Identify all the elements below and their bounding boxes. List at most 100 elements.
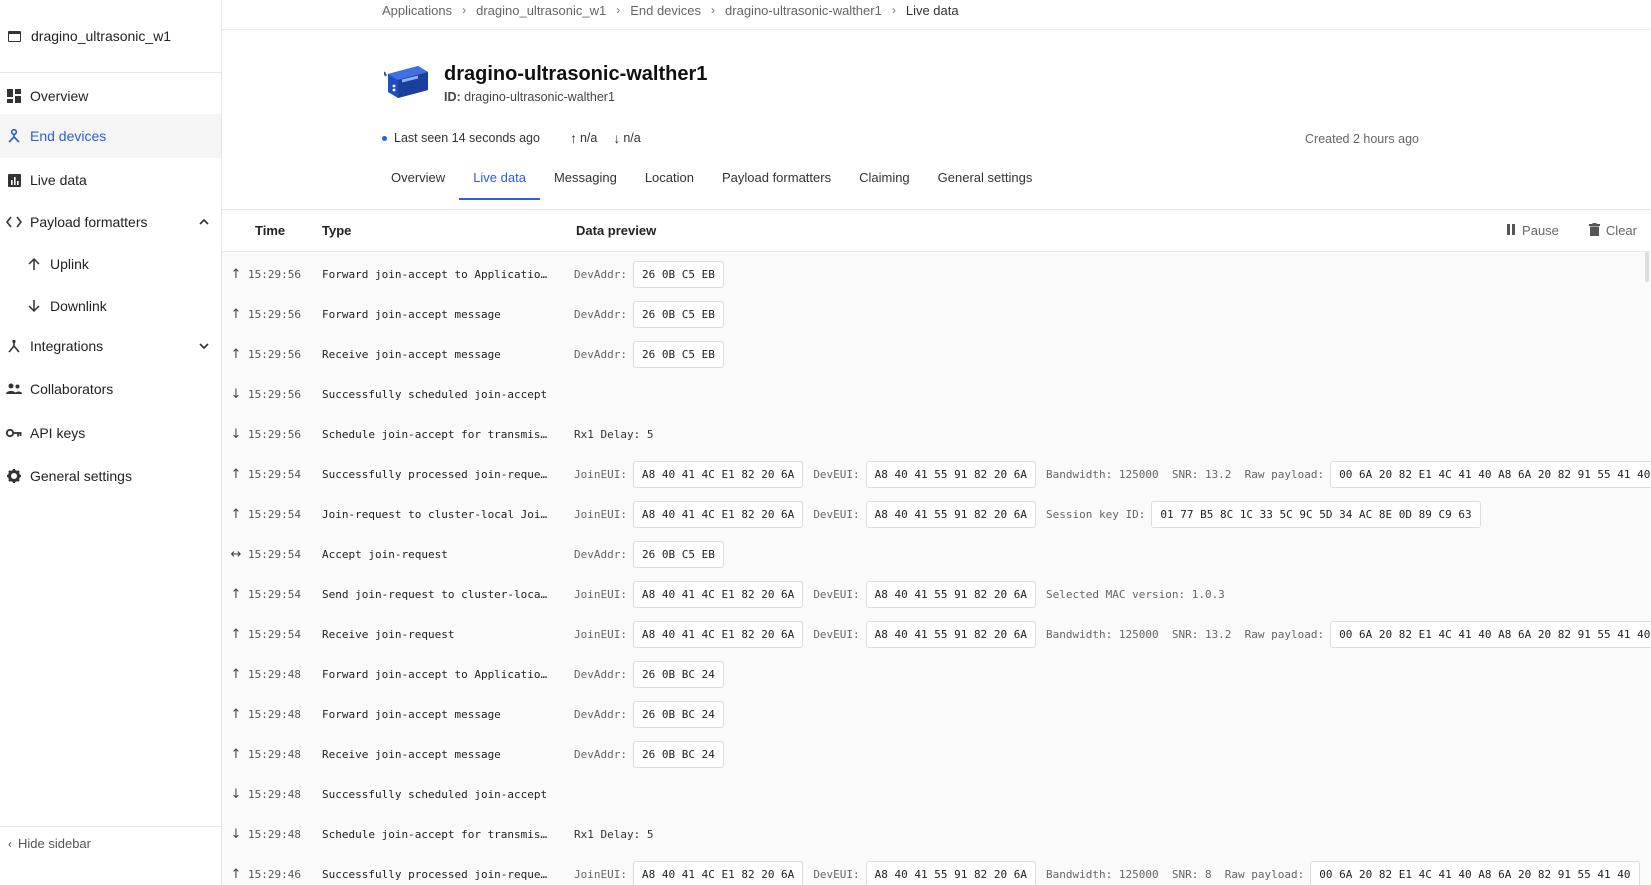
arrow-up-icon: ↑: [230, 706, 242, 722]
event-preview: DevAddr: 26 0B BC 24: [574, 660, 734, 688]
preview-label: DevEUI:: [813, 867, 860, 881]
tab-claiming[interactable]: Claiming: [845, 168, 924, 200]
sidebar-item-payload-formatters[interactable]: Payload formatters: [0, 200, 221, 244]
sidebar-item-integrations[interactable]: Integrations: [0, 324, 221, 368]
created-time: Created 2 hours ago: [1305, 132, 1419, 146]
gear-icon: [6, 468, 22, 484]
preview-value[interactable]: 26 0B BC 24: [632, 740, 724, 768]
tab-live-data[interactable]: Live data: [459, 168, 540, 200]
event-row[interactable]: ↓ 15:29:56 Successfully scheduled join-acc…: [222, 374, 1651, 414]
event-type: Join-request to cluster-local Join Serve…: [322, 507, 552, 521]
app-header[interactable]: dragino_ultrasonic_w1: [0, 0, 221, 73]
breadcrumb-application[interactable]: dragino_ultrasonic_w1: [476, 3, 606, 18]
hide-sidebar-button[interactable]: ‹ Hide sidebar: [0, 826, 221, 860]
raw-payload-value[interactable]: 00 6A 20 82 E1 4C 41 40 A8 6A 20 82 91 5…: [1330, 460, 1651, 488]
raw-payload-value[interactable]: 00 6A 20 82 E1 4C 41 40 A8 6A 20 82 91 5…: [1310, 860, 1640, 885]
code-icon: [6, 214, 22, 230]
event-type: Successfully scheduled join-accept: [322, 387, 548, 401]
event-type: Forward join-accept message: [322, 307, 501, 321]
preview-label: JoinEUI:: [574, 507, 627, 521]
tab-overview[interactable]: Overview: [377, 168, 459, 200]
breadcrumb-end-devices[interactable]: End devices: [630, 3, 701, 18]
event-time: 15:29:48: [248, 827, 301, 841]
event-type: Successfully processed join-request: [322, 467, 552, 481]
preview-value[interactable]: A8 40 41 55 91 82 20 6A: [865, 580, 1036, 608]
preview-label: DevEUI:: [813, 507, 860, 521]
event-preview: DevAddr: 26 0B C5 EB: [574, 540, 734, 568]
breadcrumb-device[interactable]: dragino-ultrasonic-walther1: [725, 3, 882, 18]
sidebar-item-collaborators[interactable]: Collaborators: [0, 367, 221, 411]
chevron-up-icon[interactable]: [199, 214, 209, 230]
sidebar-item-label: Payload formatters: [30, 214, 148, 230]
event-row[interactable]: ↔ 15:29:54 Accept join-request DevAddr: 26 0…: [222, 534, 1651, 574]
pause-button[interactable]: Pause: [1506, 223, 1559, 238]
preview-label: DevAddr:: [574, 747, 627, 761]
event-row[interactable]: ↑ 15:29:56 Receive join-accept message DevA…: [222, 334, 1651, 374]
preview-label: DevAddr:: [574, 547, 627, 561]
link-icon: ↔: [230, 546, 242, 562]
event-row[interactable]: ↑ 15:29:54 Successfully processed join-req…: [222, 454, 1651, 494]
preview-value[interactable]: 26 0B BC 24: [632, 700, 724, 728]
preview-value[interactable]: A8 40 41 55 91 82 20 6A: [865, 460, 1036, 488]
preview-value[interactable]: A8 40 41 55 91 82 20 6A: [865, 500, 1036, 528]
preview-value[interactable]: 26 0B C5 EB: [632, 540, 724, 568]
chevron-right-icon: ›: [891, 3, 896, 17]
raw-payload-value[interactable]: 00 6A 20 82 E1 4C 41 40 A8 6A 20 82 91 5…: [1330, 620, 1651, 648]
event-row[interactable]: ↓ 15:29:56 Schedule join-accept for transm…: [222, 414, 1651, 454]
preview-value[interactable]: A8 40 41 4C E1 82 20 6A: [632, 460, 804, 488]
sidebar-item-api-keys[interactable]: API keys: [0, 411, 221, 455]
sidebar-item-end-devices[interactable]: End devices: [0, 114, 221, 158]
event-row[interactable]: ↑ 15:29:56 Forward join-accept message DevA…: [222, 294, 1651, 334]
clear-button[interactable]: Clear: [1588, 222, 1637, 239]
tab-general-settings[interactable]: General settings: [924, 168, 1047, 200]
event-preview: DevAddr: 26 0B C5 EB: [574, 340, 734, 368]
devices-icon: [6, 128, 22, 144]
arrow-down-icon: ↓: [613, 130, 621, 146]
sidebar-item-overview[interactable]: Overview: [0, 74, 221, 118]
device-id-value: dragino-ultrasonic-walther1: [464, 89, 615, 104]
event-preview: JoinEUI: A8 40 41 4C E1 82 20 6A DevEUI: A8…: [574, 500, 1491, 528]
event-row[interactable]: ↑ 15:29:46 Successfully processed join-req…: [222, 854, 1651, 885]
sidebar-item-live-data[interactable]: Live data: [0, 158, 221, 202]
event-row[interactable]: ↑ 15:29:48 Receive join-accept message DevA…: [222, 734, 1651, 774]
event-row[interactable]: ↑ 15:29:48 Forward join-accept message DevA…: [222, 694, 1651, 734]
preview-value[interactable]: 26 0B C5 EB: [632, 260, 724, 288]
event-row[interactable]: ↑ 15:29:54 Send join-request to cluster-lo…: [222, 574, 1651, 614]
preview-value[interactable]: A8 40 41 4C E1 82 20 6A: [632, 620, 804, 648]
tab-messaging[interactable]: Messaging: [540, 168, 631, 200]
arrow-up-icon: ↑: [230, 506, 242, 522]
event-row[interactable]: ↑ 15:29:48 Forward join-accept to Applicat…: [222, 654, 1651, 694]
preview-value[interactable]: A8 40 41 4C E1 82 20 6A: [632, 500, 804, 528]
event-row[interactable]: ↑ 15:29:56 Forward join-accept to Applicat…: [222, 254, 1651, 294]
preview-value[interactable]: A8 40 41 55 91 82 20 6A: [865, 860, 1036, 885]
sidebar-item-uplink[interactable]: Uplink: [0, 242, 221, 286]
arrow-down-icon: ↓: [230, 786, 242, 802]
breadcrumb-applications[interactable]: Applications: [382, 3, 452, 18]
preview-value[interactable]: A8 40 41 4C E1 82 20 6A: [632, 860, 804, 885]
event-preview: DevAddr: 26 0B C5 EB: [574, 260, 734, 288]
preview-value[interactable]: 26 0B C5 EB: [632, 300, 724, 328]
sidebar-item-label: Downlink: [50, 298, 107, 314]
tab-location[interactable]: Location: [631, 168, 708, 200]
preview-label: DevAddr:: [574, 267, 627, 281]
event-type: Accept join-request: [322, 547, 448, 561]
preview-label: JoinEUI:: [574, 867, 627, 881]
event-row[interactable]: ↑ 15:29:54 Join-request to cluster-local J…: [222, 494, 1651, 534]
event-row[interactable]: ↑ 15:29:54 Receive join-request JoinEUI: A8 …: [222, 614, 1651, 654]
arrow-up-icon: ↑: [230, 866, 242, 882]
preview-value[interactable]: 26 0B C5 EB: [632, 340, 724, 368]
preview-value[interactable]: 26 0B BC 24: [632, 660, 724, 688]
event-row[interactable]: ↓ 15:29:48 Successfully scheduled join-acc…: [222, 774, 1651, 814]
arrow-up-icon: ↑: [230, 306, 242, 322]
preview-value[interactable]: 01 77 B5 8C 1C 33 5C 9C 5D 34 AC 8E 0D 8…: [1151, 500, 1481, 528]
tab-payload-formatters[interactable]: Payload formatters: [708, 168, 845, 200]
application-icon: [8, 31, 21, 42]
preview-value[interactable]: A8 40 41 55 91 82 20 6A: [865, 620, 1036, 648]
chevron-down-icon[interactable]: [199, 338, 209, 354]
sidebar-item-downlink[interactable]: Downlink: [0, 284, 221, 328]
event-row[interactable]: ↓ 15:29:48 Schedule join-accept for transm…: [222, 814, 1651, 854]
event-preview: JoinEUI: A8 40 41 4C E1 82 20 6A DevEUI: A8…: [574, 620, 1651, 648]
downlink-value: n/a: [623, 131, 641, 145]
sidebar-item-general-settings[interactable]: General settings: [0, 454, 221, 498]
preview-value[interactable]: A8 40 41 4C E1 82 20 6A: [632, 580, 804, 608]
